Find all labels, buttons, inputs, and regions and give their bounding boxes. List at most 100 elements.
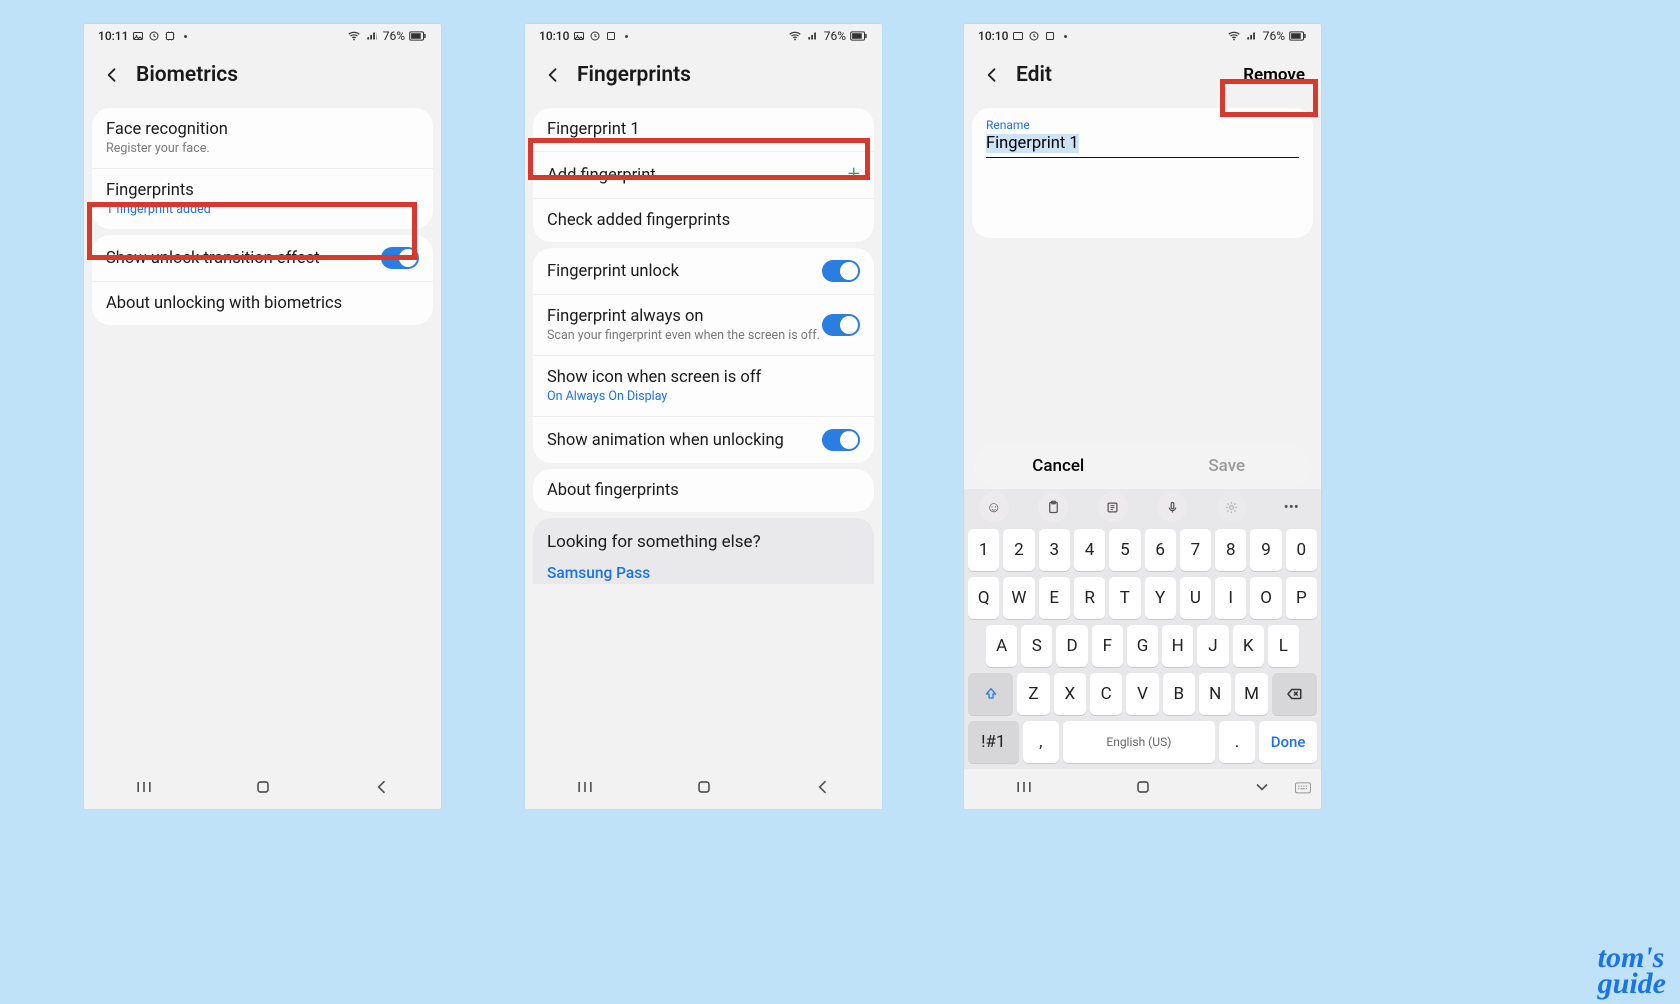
key-y[interactable]: Y (1145, 577, 1176, 619)
signal-icon (1245, 29, 1259, 43)
home-button[interactable] (694, 777, 714, 801)
face-recognition-row[interactable]: Face recognition Register your face. (92, 108, 433, 168)
key-o[interactable]: O (1250, 577, 1281, 619)
key-a[interactable]: A (986, 625, 1017, 667)
samsung-pass-link[interactable]: Samsung Pass (547, 564, 860, 582)
fp-always-toggle[interactable] (822, 314, 860, 336)
key-0[interactable]: 0 (1286, 529, 1317, 571)
remove-button[interactable]: Remove (1243, 65, 1305, 85)
key-w[interactable]: W (1003, 577, 1034, 619)
transition-toggle[interactable] (381, 247, 419, 269)
key-k[interactable]: K (1233, 625, 1264, 667)
key-h[interactable]: H (1162, 625, 1193, 667)
emoji-icon[interactable]: ☺ (979, 492, 1009, 522)
key-m[interactable]: M (1235, 673, 1267, 715)
mic-icon[interactable] (1157, 492, 1187, 522)
cancel-button[interactable]: Cancel (974, 456, 1143, 476)
status-time: 10:10 (978, 29, 1008, 43)
key-4[interactable]: 4 (1074, 529, 1105, 571)
screenshot-icon (605, 30, 617, 42)
back-nav-button[interactable] (813, 777, 833, 801)
fp-always-row[interactable]: Fingerprint always on Scan your fingerpr… (533, 294, 874, 355)
key-1[interactable]: 1 (968, 529, 999, 571)
key-7[interactable]: 7 (1180, 529, 1211, 571)
more-dot-icon (1064, 35, 1067, 38)
status-bar: 10:10 76% (964, 24, 1321, 48)
back-button[interactable] (541, 63, 565, 87)
home-button[interactable] (1133, 777, 1153, 801)
clipboard-icon[interactable] (1038, 492, 1068, 522)
key-x[interactable]: X (1054, 673, 1086, 715)
save-button[interactable]: Save (1143, 456, 1312, 476)
battery-text: 76% (1263, 29, 1285, 43)
key-6[interactable]: 6 (1145, 529, 1176, 571)
key-t[interactable]: T (1109, 577, 1140, 619)
symbols-key[interactable]: !#1 (968, 721, 1019, 763)
recents-button[interactable] (575, 777, 595, 801)
text-extract-icon[interactable] (1098, 492, 1128, 522)
key-p[interactable]: P (1286, 577, 1317, 619)
page-title: Biometrics (136, 63, 238, 87)
space-key[interactable]: English (US) (1063, 721, 1215, 763)
keyboard: ☺ ••• 1234567890 QWERTYUIOP ASDFGHJKL ZX… (964, 489, 1321, 769)
keyboard-row-3: ZXCVBNM (968, 673, 1317, 715)
row-sub: 1 fingerprint added (106, 202, 419, 217)
back-button[interactable] (980, 63, 1004, 87)
phone-screenshot-2: 10:10 76% Fingerprints Fingerprint 1 Add… (525, 24, 882, 809)
key-5[interactable]: 5 (1109, 529, 1140, 571)
about-biometrics-row[interactable]: About unlocking with biometrics (92, 281, 433, 325)
key-g[interactable]: G (1127, 625, 1158, 667)
key-v[interactable]: V (1126, 673, 1158, 715)
key-r[interactable]: R (1074, 577, 1105, 619)
about-fingerprints-row[interactable]: About fingerprints (533, 469, 874, 512)
more-icon[interactable]: ••• (1276, 492, 1306, 522)
key-s[interactable]: S (1021, 625, 1052, 667)
show-icon-row[interactable]: Show icon when screen is off On Always O… (533, 355, 874, 416)
home-button[interactable] (253, 777, 273, 801)
show-anim-row[interactable]: Show animation when unlocking (533, 416, 874, 463)
key-9[interactable]: 9 (1250, 529, 1281, 571)
key-e[interactable]: E (1039, 577, 1070, 619)
anim-toggle[interactable] (822, 429, 860, 451)
row-sub: Register your face. (106, 141, 419, 156)
android-navbar (525, 769, 882, 809)
key-l[interactable]: L (1268, 625, 1299, 667)
gallery-icon (132, 30, 144, 42)
fingerprint-1-row[interactable]: Fingerprint 1 (533, 108, 874, 151)
key-n[interactable]: N (1199, 673, 1231, 715)
rename-input[interactable]: Fingerprint 1 (986, 132, 1299, 158)
key-u[interactable]: U (1180, 577, 1211, 619)
recents-button[interactable] (134, 777, 154, 801)
transition-row[interactable]: Show unlock transition effect (92, 235, 433, 281)
hide-keyboard-button[interactable] (1252, 777, 1272, 801)
shift-key[interactable] (968, 673, 1013, 715)
done-key[interactable]: Done (1259, 721, 1317, 763)
battery-icon (850, 30, 868, 42)
period-key[interactable]: . (1219, 721, 1255, 763)
check-fingerprints-row[interactable]: Check added fingerprints (533, 198, 874, 242)
fingerprints-row[interactable]: Fingerprints 1 fingerprint added (92, 168, 433, 229)
key-q[interactable]: Q (968, 577, 999, 619)
back-nav-button[interactable] (372, 777, 392, 801)
key-8[interactable]: 8 (1215, 529, 1246, 571)
gear-icon[interactable] (1217, 492, 1247, 522)
key-d[interactable]: D (1056, 625, 1087, 667)
key-3[interactable]: 3 (1039, 529, 1070, 571)
key-z[interactable]: Z (1017, 673, 1049, 715)
keyboard-switch-button[interactable] (1293, 777, 1313, 801)
backspace-key[interactable] (1272, 673, 1317, 715)
key-2[interactable]: 2 (1003, 529, 1034, 571)
add-fingerprint-row[interactable]: Add fingerprint + (533, 151, 874, 198)
fp-unlock-row[interactable]: Fingerprint unlock (533, 248, 874, 294)
key-j[interactable]: J (1197, 625, 1228, 667)
key-f[interactable]: F (1092, 625, 1123, 667)
row-title: Fingerprint always on (547, 307, 822, 326)
rename-label: Rename (986, 118, 1299, 132)
recents-button[interactable] (1014, 777, 1034, 801)
back-button[interactable] (100, 63, 124, 87)
fp-unlock-toggle[interactable] (822, 260, 860, 282)
key-c[interactable]: C (1090, 673, 1122, 715)
comma-key[interactable]: , (1023, 721, 1059, 763)
key-b[interactable]: B (1163, 673, 1195, 715)
key-i[interactable]: I (1215, 577, 1246, 619)
